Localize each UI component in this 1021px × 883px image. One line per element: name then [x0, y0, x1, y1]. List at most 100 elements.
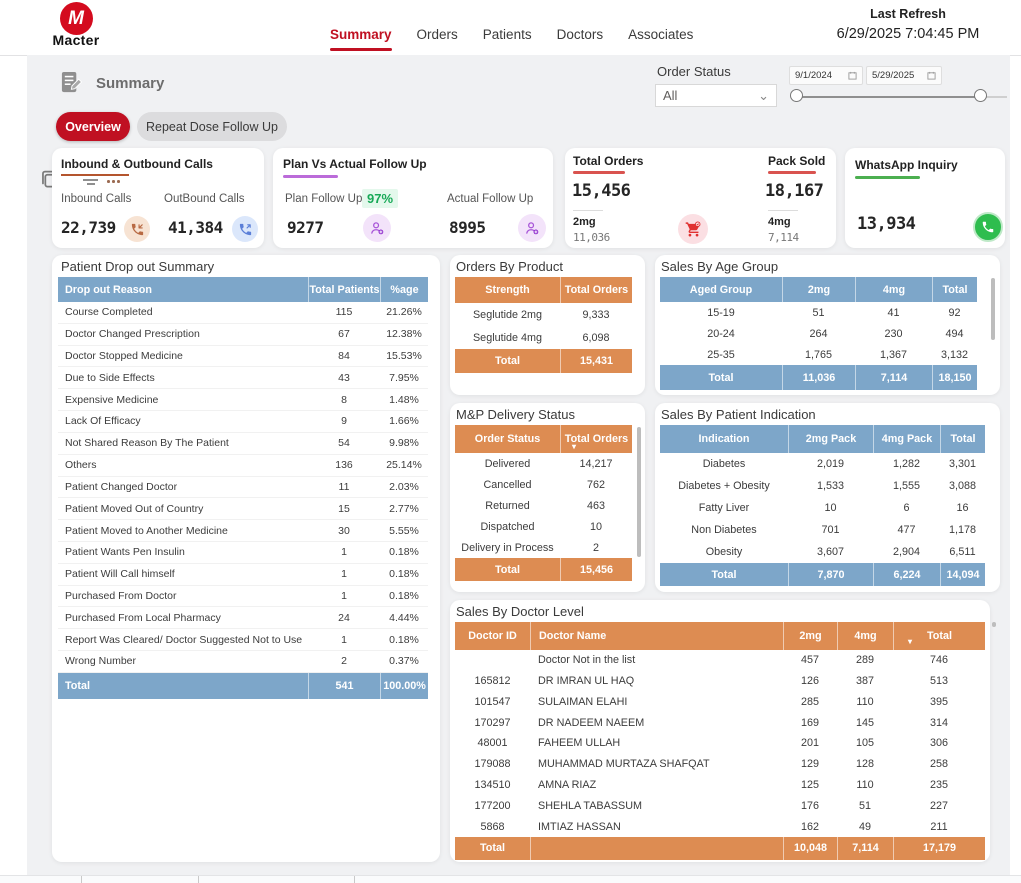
cell: 136 [308, 455, 380, 476]
patient-dropout-table: Drop out ReasonTotal Patients%ageCourse … [58, 277, 428, 699]
table-row: 5868IMTIAZ HASSAN16249211 [455, 816, 985, 837]
cell: 395 [893, 692, 985, 713]
table-row: Fatty Liver10616 [660, 497, 985, 519]
cell: 541 [308, 673, 380, 699]
age-group-scrollbar[interactable] [991, 278, 995, 340]
macter-logo-icon: M [60, 2, 93, 35]
date-from-value: 9/1/2024 [795, 70, 832, 81]
column-header[interactable]: Indication [660, 425, 788, 453]
tab-summary[interactable]: Summary [330, 27, 392, 42]
date-range-slider-handle-right[interactable] [974, 89, 987, 102]
macter-logo-text: Macter [48, 32, 104, 48]
cell: 9 [308, 411, 380, 432]
total-orders-value: 15,456 [572, 181, 630, 201]
column-header[interactable]: Total [893, 622, 985, 650]
cell: 0.18% [380, 542, 428, 563]
cell: 15 [308, 498, 380, 519]
total-orders-accent-bar [573, 171, 625, 174]
column-header[interactable]: 4mg [855, 277, 932, 302]
cell: 10 [560, 516, 632, 537]
column-header[interactable]: Aged Group [660, 277, 782, 302]
table-row: 179088MUHAMMAD MURTAZA SHAFQAT129128258 [455, 754, 985, 775]
repeat-dose-follow-up-button[interactable]: Repeat Dose Follow Up [137, 112, 287, 141]
orders-by-product-table: StrengthTotal OrdersSeglutide 2mg9,333Se… [455, 277, 632, 373]
column-header[interactable]: 2mg Pack [788, 425, 873, 453]
column-header[interactable]: 2mg [782, 277, 855, 302]
doctor-scrollbar[interactable] [992, 622, 996, 627]
table-row: Delivered14,217 [455, 453, 632, 474]
pack-sold-accent-bar [768, 171, 816, 174]
cell: Lack Of Efficacy [58, 411, 308, 432]
table-row: Non Diabetes7014771,178 [660, 519, 985, 541]
delivery-scrollbar[interactable] [637, 427, 641, 557]
column-header[interactable]: 4mg Pack [873, 425, 940, 453]
table-total-row: Total15,456 [455, 558, 632, 581]
cell: Delivery in Process [455, 537, 560, 558]
date-range-slider-handle-left[interactable] [790, 89, 803, 102]
last-refresh-label: Last Refresh [823, 7, 993, 21]
column-header[interactable]: 2mg [783, 622, 837, 650]
indication-table: Indication2mg Pack4mg PackTotalDiabetes2… [660, 425, 985, 586]
cell: 264 [782, 323, 855, 344]
cell: 15.53% [380, 346, 428, 367]
column-header[interactable]: Doctor ID [455, 622, 530, 650]
table-header-row: Drop out ReasonTotal Patients%age [58, 277, 428, 302]
cell: Total [660, 563, 788, 586]
orders-by-product-title: Orders By Product [456, 259, 563, 274]
column-header[interactable]: Drop out Reason [58, 277, 308, 302]
order-status-dropdown[interactable]: All ⌄ [655, 84, 777, 107]
date-to-input[interactable]: 5/29/2025 [866, 66, 942, 85]
tab-doctors[interactable]: Doctors [557, 27, 604, 42]
table-row: Due to Side Effects437.95% [58, 367, 428, 389]
inbound-outbound-calls-card: Inbound & Outbound Calls Inbound Calls 2… [52, 148, 264, 248]
column-header[interactable]: Total Orders [560, 277, 632, 303]
cell: 145 [837, 712, 893, 733]
doctor-level-title: Sales By Doctor Level [456, 604, 584, 619]
page-title: Summary [96, 75, 164, 92]
cell: 129 [783, 754, 837, 775]
tab-patients[interactable]: Patients [483, 27, 532, 42]
cell: 176 [783, 795, 837, 816]
column-header[interactable]: Total [940, 425, 985, 453]
table-total-row: Total541100.00% [58, 673, 428, 699]
cell: 2.03% [380, 477, 428, 498]
cell: 8 [308, 389, 380, 410]
cell: 51 [782, 302, 855, 323]
cell: Course Completed [58, 302, 308, 323]
column-header[interactable]: Order Status [455, 425, 560, 453]
cell: Others [58, 455, 308, 476]
cell: 387 [837, 671, 893, 692]
cell: 15,456 [560, 558, 632, 581]
column-header[interactable]: Strength [455, 277, 560, 303]
cell: 41 [855, 302, 932, 323]
table-total-row: Total7,8706,22414,094 [660, 563, 985, 586]
column-header[interactable]: 4mg [837, 622, 893, 650]
last-refresh: Last Refresh 6/29/2025 7:04:45 PM [823, 7, 993, 42]
cell: 1,367 [855, 344, 932, 365]
delivery-status-title: M&P Delivery Status [456, 407, 575, 422]
cell: 1 [308, 542, 380, 563]
calls-decor [61, 174, 129, 186]
overview-button[interactable]: Overview [56, 112, 130, 141]
column-header[interactable]: Total Orders [560, 425, 632, 453]
column-header[interactable]: %age [380, 277, 428, 302]
column-header[interactable]: Total Patients [308, 277, 380, 302]
date-from-input[interactable]: 9/1/2024 [789, 66, 863, 85]
table-row: 134510AMNA RIAZ125110235 [455, 775, 985, 796]
calendar-icon [848, 71, 857, 80]
column-header[interactable]: Doctor Name [530, 622, 783, 650]
whatsapp-card-title: WhatsApp Inquiry [855, 158, 958, 172]
whatsapp-inquiry-card: WhatsApp Inquiry 13,934 [845, 148, 1005, 248]
column-header[interactable]: Total [932, 277, 977, 302]
table-row: Returned463 [455, 495, 632, 516]
tab-associates[interactable]: Associates [628, 27, 693, 42]
date-range-slider-track[interactable] [797, 96, 981, 98]
table-row: 20-24264230494 [660, 323, 977, 344]
cell: Diabetes + Obesity [660, 475, 788, 497]
cell: 201 [783, 733, 837, 754]
actual-follow-up-label: Actual Follow Up [447, 193, 533, 205]
table-total-row: Total11,0367,11418,150 [660, 365, 977, 390]
tab-orders[interactable]: Orders [417, 27, 458, 42]
cell: 289 [837, 650, 893, 671]
table-header-row: Aged Group2mg4mgTotal [660, 277, 977, 302]
